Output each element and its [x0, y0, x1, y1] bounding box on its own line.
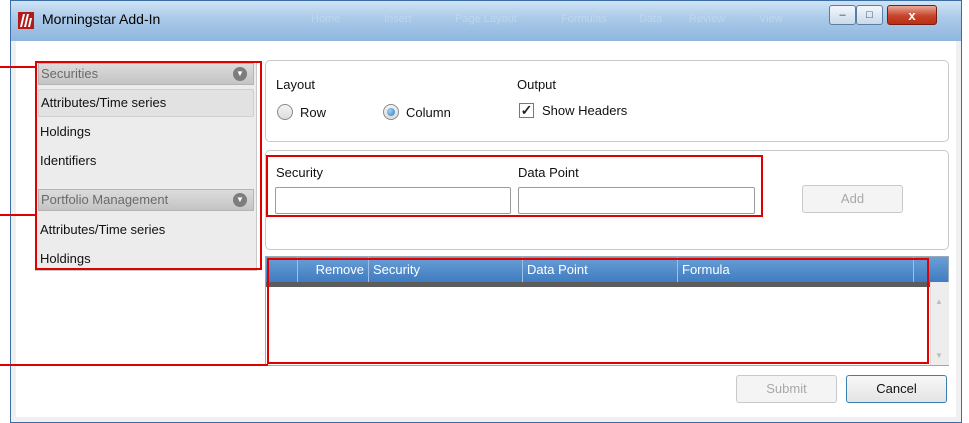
callout-box-nav [35, 61, 262, 270]
callout-leader-nav-bottom [0, 214, 36, 216]
add-button[interactable]: Add [802, 185, 903, 213]
minimize-icon: – [839, 9, 846, 21]
ghost-tab-view: View [759, 13, 783, 25]
ghost-tab-page-layout: Page Layout [455, 13, 517, 25]
layout-row-label: Row [300, 105, 327, 120]
show-headers-checkbox[interactable]: ✓ [519, 103, 534, 118]
callout-leader-nav-top [0, 66, 36, 68]
scroll-up-icon[interactable]: ▲ [931, 296, 947, 308]
ghost-tab-home: Home [311, 13, 341, 25]
cancel-button[interactable]: Cancel [846, 375, 947, 403]
close-button[interactable]: x [887, 5, 937, 25]
callout-leader-grid [0, 364, 268, 366]
submit-button[interactable]: Submit [736, 375, 837, 403]
scroll-down-icon[interactable]: ▼ [931, 350, 947, 362]
morningstar-logo-icon [18, 12, 34, 29]
maximize-icon: □ [866, 9, 873, 21]
close-icon: x [908, 7, 916, 23]
window-title: Morningstar Add-In [42, 11, 161, 27]
ghost-tab-insert: Insert [384, 13, 412, 25]
ghost-tab-review: Review [689, 13, 726, 25]
callout-box-grid [267, 258, 929, 364]
ghost-tab-data: Data [639, 13, 663, 25]
layout-label: Layout [276, 77, 316, 92]
layout-column-radio[interactable] [383, 104, 399, 120]
show-headers-label: Show Headers [542, 103, 628, 118]
options-group [265, 60, 949, 142]
checkmark-icon: ✓ [520, 102, 533, 118]
layout-column-label: Column [406, 105, 451, 120]
output-label: Output [517, 77, 557, 92]
ghost-tab-formulas: Formulas [561, 13, 607, 25]
maximize-button[interactable]: □ [856, 5, 883, 25]
callout-box-entry [266, 155, 763, 217]
layout-row-radio[interactable] [277, 104, 293, 120]
minimize-button[interactable]: – [829, 5, 856, 25]
